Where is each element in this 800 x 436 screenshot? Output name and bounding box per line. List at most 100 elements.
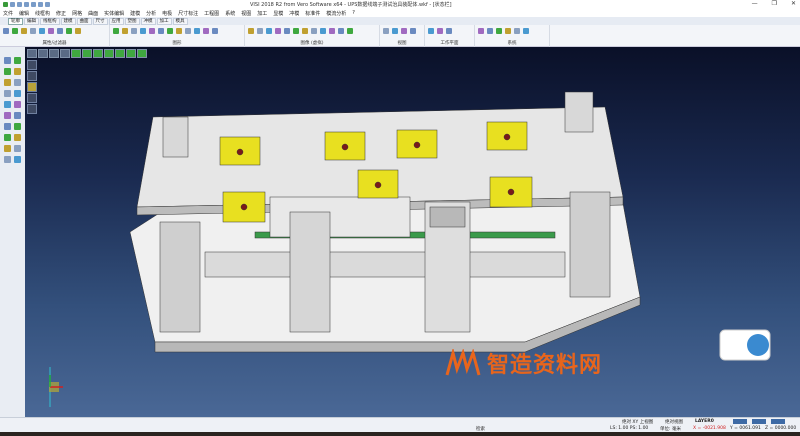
- menu-item[interactable]: 分析: [146, 10, 156, 17]
- tool-icon[interactable]: [75, 28, 81, 34]
- tool-icon[interactable]: [275, 28, 281, 34]
- tool-icon[interactable]: [4, 112, 11, 119]
- tool-icon[interactable]: [14, 145, 21, 152]
- tool-icon[interactable]: [14, 90, 21, 97]
- tool-icon[interactable]: [14, 134, 21, 141]
- ribbon-tab[interactable]: 加工: [156, 17, 172, 25]
- tool-icon[interactable]: [478, 28, 484, 34]
- tool-icon[interactable]: [266, 28, 272, 34]
- ribbon-tab[interactable]: 线框构: [40, 17, 60, 25]
- tool-icon[interactable]: [57, 28, 63, 34]
- tool-icon[interactable]: [4, 57, 11, 64]
- tool-icon[interactable]: [446, 28, 452, 34]
- tool-icon[interactable]: [329, 28, 335, 34]
- menu-item[interactable]: 尺寸标注: [178, 10, 198, 17]
- tool-icon[interactable]: [401, 28, 407, 34]
- new-icon[interactable]: [10, 2, 15, 7]
- undo-icon[interactable]: [38, 2, 43, 7]
- tool-icon[interactable]: [410, 28, 416, 34]
- menu-item[interactable]: 网格: [72, 10, 82, 17]
- close-button[interactable]: ✕: [791, 0, 796, 7]
- status-block[interactable]: [771, 419, 785, 424]
- tool-icon[interactable]: [14, 68, 21, 75]
- tool-icon[interactable]: [131, 28, 137, 34]
- tool-icon[interactable]: [338, 28, 344, 34]
- menu-item[interactable]: 实体编辑: [104, 10, 124, 17]
- tool-icon[interactable]: [311, 28, 317, 34]
- menu-item[interactable]: 曲面: [88, 10, 98, 17]
- status-block[interactable]: [752, 419, 766, 424]
- tool-icon[interactable]: [4, 79, 11, 86]
- tool-icon[interactable]: [302, 28, 308, 34]
- menu-item[interactable]: 视图: [241, 10, 251, 17]
- tool-icon[interactable]: [257, 28, 263, 34]
- tool-icon[interactable]: [505, 28, 511, 34]
- menu-item[interactable]: 线框构: [35, 10, 50, 17]
- tool-icon[interactable]: [14, 156, 21, 163]
- menu-item[interactable]: 建模: [130, 10, 140, 17]
- tool-icon[interactable]: [12, 28, 18, 34]
- tool-icon[interactable]: [14, 123, 21, 130]
- tool-icon[interactable]: [21, 28, 27, 34]
- layer-status[interactable]: LAYER0: [695, 419, 714, 424]
- ribbon-tab[interactable]: 尺寸: [92, 17, 108, 25]
- tool-icon[interactable]: [66, 28, 72, 34]
- tool-icon[interactable]: [4, 90, 11, 97]
- tool-icon[interactable]: [212, 28, 218, 34]
- tool-icon[interactable]: [4, 145, 11, 152]
- menu-item[interactable]: 电极: [162, 10, 172, 17]
- menu-item[interactable]: 显模: [273, 10, 283, 17]
- tool-icon[interactable]: [185, 28, 191, 34]
- tool-icon[interactable]: [14, 79, 21, 86]
- menu-item[interactable]: 工程图: [204, 10, 219, 17]
- ribbon-tab[interactable]: 建模: [60, 17, 76, 25]
- tool-icon[interactable]: [347, 28, 353, 34]
- tool-icon[interactable]: [203, 28, 209, 34]
- tool-icon[interactable]: [437, 28, 443, 34]
- menu-item[interactable]: 编辑: [19, 10, 29, 17]
- tool-icon[interactable]: [167, 28, 173, 34]
- tool-icon[interactable]: [149, 28, 155, 34]
- tool-icon[interactable]: [113, 28, 119, 34]
- ribbon-tab[interactable]: 模具: [172, 17, 188, 25]
- tool-icon[interactable]: [392, 28, 398, 34]
- menu-item[interactable]: 修正: [56, 10, 66, 17]
- tool-icon[interactable]: [284, 28, 290, 34]
- menu-item[interactable]: 模流分析: [326, 10, 346, 17]
- minimize-button[interactable]: —: [752, 0, 758, 7]
- tool-icon[interactable]: [4, 134, 11, 141]
- tool-icon[interactable]: [140, 28, 146, 34]
- open-icon[interactable]: [17, 2, 22, 7]
- tool-icon[interactable]: [4, 101, 11, 108]
- tool-icon[interactable]: [14, 112, 21, 119]
- tool-icon[interactable]: [14, 101, 21, 108]
- tool-icon[interactable]: [14, 57, 21, 64]
- status-block[interactable]: [733, 419, 747, 424]
- menu-item[interactable]: ?: [352, 10, 355, 16]
- tool-icon[interactable]: [3, 28, 9, 34]
- tool-icon[interactable]: [4, 156, 11, 163]
- tool-icon[interactable]: [48, 28, 54, 34]
- redo-icon[interactable]: [45, 2, 50, 7]
- tool-icon[interactable]: [487, 28, 493, 34]
- quick-access-toolbar[interactable]: [0, 2, 50, 7]
- tool-icon[interactable]: [122, 28, 128, 34]
- ribbon-tab[interactable]: 塑图: [124, 17, 140, 25]
- tool-icon[interactable]: [248, 28, 254, 34]
- tool-icon[interactable]: [496, 28, 502, 34]
- tool-icon[interactable]: [428, 28, 434, 34]
- ribbon-tab[interactable]: 应用: [108, 17, 124, 25]
- tool-icon[interactable]: [176, 28, 182, 34]
- ribbon-tab[interactable]: 曲面: [76, 17, 92, 25]
- menu-item[interactable]: 系统: [225, 10, 235, 17]
- tool-icon[interactable]: [4, 123, 11, 130]
- ribbon-tab[interactable]: 冲模: [140, 17, 156, 25]
- tool-icon[interactable]: [523, 28, 529, 34]
- menu-item[interactable]: 标准件: [305, 10, 320, 17]
- tool-icon[interactable]: [39, 28, 45, 34]
- tool-icon[interactable]: [383, 28, 389, 34]
- maximize-button[interactable]: ❐: [772, 0, 777, 7]
- print-icon[interactable]: [31, 2, 36, 7]
- tool-icon[interactable]: [30, 28, 36, 34]
- tool-icon[interactable]: [293, 28, 299, 34]
